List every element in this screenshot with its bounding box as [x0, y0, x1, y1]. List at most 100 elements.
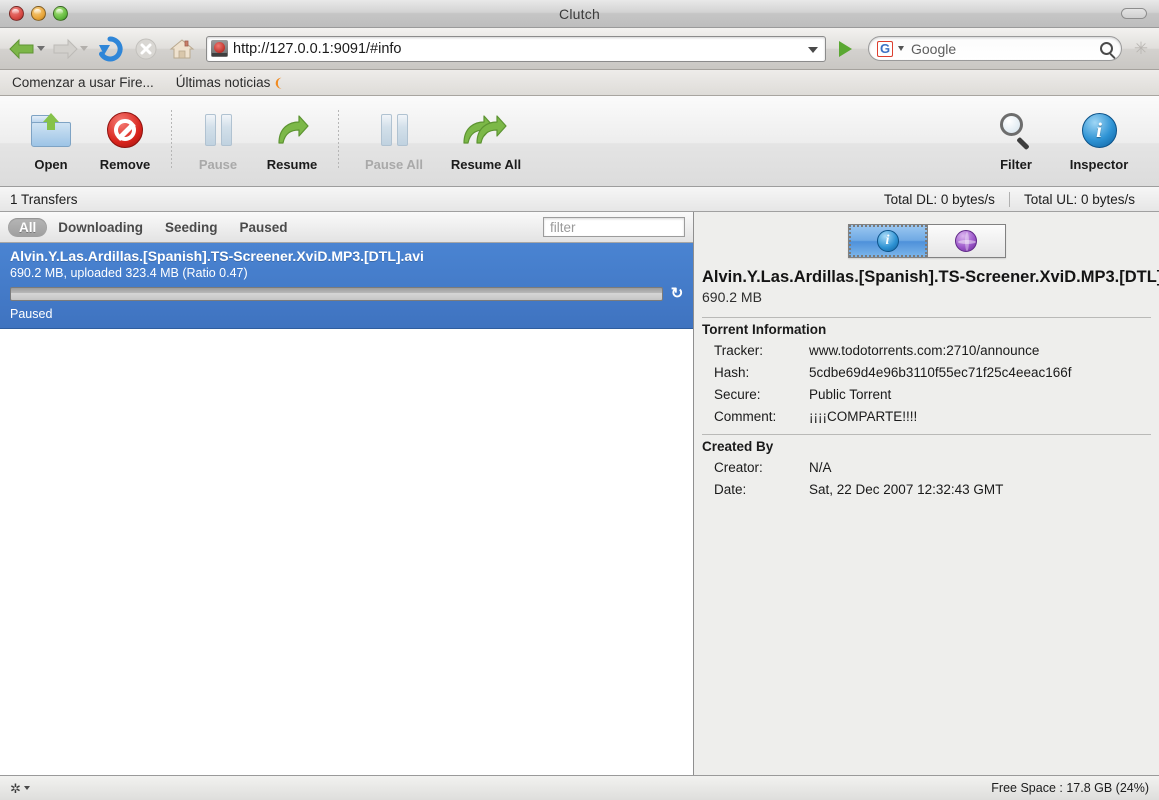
- url-bar[interactable]: http://127.0.0.1:9091/#info: [206, 35, 826, 62]
- pause-all-button[interactable]: Pause All: [348, 108, 440, 172]
- inspector-torrent-size: 690.2 MB: [702, 289, 762, 305]
- section-divider: [702, 317, 1151, 318]
- row-value: 5cdbe69d4e96b3110f55ec71f25c4eeac166f: [809, 365, 1072, 380]
- torrent-refresh-icon[interactable]: ↻: [669, 286, 685, 302]
- app-toolbar: Open Remove Pause Resume Pause All Resum…: [0, 96, 1159, 187]
- clutch-app: Open Remove Pause Resume Pause All Resum…: [0, 96, 1159, 800]
- row-value: ¡¡¡¡COMPARTE!!!!: [809, 409, 918, 424]
- pause-all-icon: [380, 108, 408, 152]
- inspector-segmented-control: i: [847, 224, 1006, 258]
- section-title: Created By: [702, 439, 774, 454]
- inspector-tabs: i: [694, 212, 1159, 268]
- window-title: Clutch: [559, 5, 600, 22]
- filter-tab-all[interactable]: All: [8, 217, 48, 237]
- info-row-secure: Secure: Public Torrent: [702, 384, 1151, 406]
- free-space-label: Free Space : 17.8 GB (24%): [991, 781, 1149, 795]
- bookmark-item-getting-started[interactable]: Comenzar a usar Fire...: [12, 75, 154, 90]
- torrent-meta: 690.2 MB, uploaded 323.4 MB (Ratio 0.47): [10, 266, 248, 280]
- inspector-header: Alvin.Y.Las.Ardillas.[Spanish].TS-Screen…: [694, 268, 1159, 311]
- resume-all-button[interactable]: Resume All: [440, 108, 532, 172]
- info-icon: i: [876, 230, 899, 252]
- site-favicon-icon: [211, 40, 228, 57]
- total-download-rate: Total DL: 0 bytes/s: [883, 191, 995, 207]
- filter-tab-seeding[interactable]: Seeding: [154, 218, 229, 237]
- section-divider: [702, 434, 1151, 435]
- remove-button[interactable]: Remove: [88, 108, 162, 172]
- remove-stop-icon: [107, 108, 143, 152]
- torrent-name: Alvin.Y.Las.Ardillas.[Spanish].TS-Screen…: [10, 248, 424, 264]
- search-engine-caret-icon[interactable]: [898, 46, 904, 51]
- row-value: N/A: [809, 460, 832, 475]
- google-logo-icon[interactable]: G: [877, 40, 893, 57]
- transfer-list-pane: All Downloading Seeding Paused filter Al…: [0, 212, 694, 775]
- row-key: Hash:: [714, 365, 750, 380]
- resume-icon: [274, 108, 310, 152]
- row-key: Creator:: [714, 460, 763, 475]
- browser-navigation-bar: http://127.0.0.1:9091/#info G Google ✳: [0, 28, 1159, 70]
- bookmark-item-latest-headlines[interactable]: Últimas noticias ❨: [176, 75, 284, 90]
- filter-tab-downloading[interactable]: Downloading: [47, 218, 154, 237]
- filter-tab-label: All: [19, 219, 37, 235]
- inspector-info-icon: i: [1081, 108, 1117, 152]
- inspector-tab-info[interactable]: i: [848, 225, 927, 257]
- row-key: Tracker:: [714, 343, 764, 358]
- pause-icon: [204, 108, 232, 152]
- row-value: www.todotorrents.com:2710/announce: [809, 343, 1040, 358]
- toolbar-separator: [171, 110, 172, 168]
- reload-icon: [99, 35, 123, 61]
- filter-bar: All Downloading Seeding Paused filter: [0, 212, 693, 243]
- go-arrow-icon: [838, 40, 852, 57]
- open-folder-icon: [31, 108, 71, 152]
- inspector-section-created-by: Created By Creator: N/A Date: Sat, 22 De…: [694, 434, 1159, 501]
- inspector-tab-peers[interactable]: [926, 225, 1005, 257]
- resume-button[interactable]: Resume: [255, 108, 329, 172]
- reload-button[interactable]: [93, 34, 127, 64]
- url-text: http://127.0.0.1:9091/#info: [233, 40, 402, 57]
- bookmarks-toolbar: Comenzar a usar Fire... Últimas noticias…: [0, 70, 1159, 96]
- settings-menu-button[interactable]: ✲: [10, 782, 30, 795]
- open-button[interactable]: Open: [14, 108, 88, 172]
- remove-button-label: Remove: [99, 157, 151, 172]
- row-key: Date:: [714, 482, 747, 497]
- toolbar-toggle-pill[interactable]: [1121, 8, 1147, 19]
- filter-input[interactable]: filter: [543, 217, 685, 237]
- filter-button[interactable]: Filter: [979, 108, 1053, 172]
- home-icon: [169, 38, 195, 58]
- inspector-button-label: Inspector: [1069, 157, 1129, 172]
- chevron-down-icon: [23, 786, 30, 790]
- loading-throbber: ✳: [1130, 40, 1152, 57]
- toolbar-group-view: Filter i Inspector: [979, 108, 1145, 172]
- torrent-row[interactable]: Alvin.Y.Las.Ardillas.[Spanish].TS-Screen…: [0, 243, 693, 329]
- bookmark-label: Comenzar a usar Fire...: [12, 75, 154, 90]
- pause-button-label: Pause: [198, 157, 238, 172]
- resume-button-label: Resume: [266, 157, 318, 172]
- section-title: Torrent Information: [702, 322, 827, 337]
- row-key: Secure:: [714, 387, 761, 402]
- open-button-label: Open: [34, 157, 68, 172]
- search-magnifier-icon[interactable]: [1100, 42, 1113, 55]
- back-history-caret-icon[interactable]: [37, 46, 45, 51]
- search-bar[interactable]: G Google: [868, 36, 1122, 61]
- inspector-torrent-title: Alvin.Y.Las.Ardillas.[Spanish].TS-Screen…: [702, 268, 1159, 286]
- resume-all-icon: [462, 108, 510, 152]
- total-upload-rate: Total UL: 0 bytes/s: [1023, 191, 1135, 207]
- rss-feed-icon: ❨: [273, 75, 284, 90]
- inspector-button[interactable]: i Inspector: [1053, 108, 1145, 172]
- back-button[interactable]: [7, 34, 47, 64]
- filter-tab-label: Downloading: [58, 219, 144, 235]
- filter-tab-paused[interactable]: Paused: [229, 218, 299, 237]
- pause-all-button-label: Pause All: [364, 157, 424, 172]
- url-dropdown-caret-icon[interactable]: [808, 46, 818, 53]
- transfers-count: 1 Transfers: [10, 191, 78, 207]
- home-button[interactable]: [165, 34, 199, 64]
- toolbar-separator: [338, 110, 339, 168]
- go-button[interactable]: [832, 36, 858, 62]
- app-bottom-bar: ✲ Free Space : 17.8 GB (24%): [0, 775, 1159, 800]
- torrent-list[interactable]: Alvin.Y.Las.Ardillas.[Spanish].TS-Screen…: [0, 243, 693, 775]
- bookmark-label: Últimas noticias: [175, 75, 271, 90]
- throbber-icon: ✳: [1133, 39, 1149, 58]
- info-row-hash: Hash: 5cdbe69d4e96b3110f55ec71f25c4eeac1…: [702, 362, 1151, 384]
- search-input[interactable]: Google: [911, 41, 1100, 57]
- back-arrow-icon: [9, 38, 34, 59]
- pause-button[interactable]: Pause: [181, 108, 255, 172]
